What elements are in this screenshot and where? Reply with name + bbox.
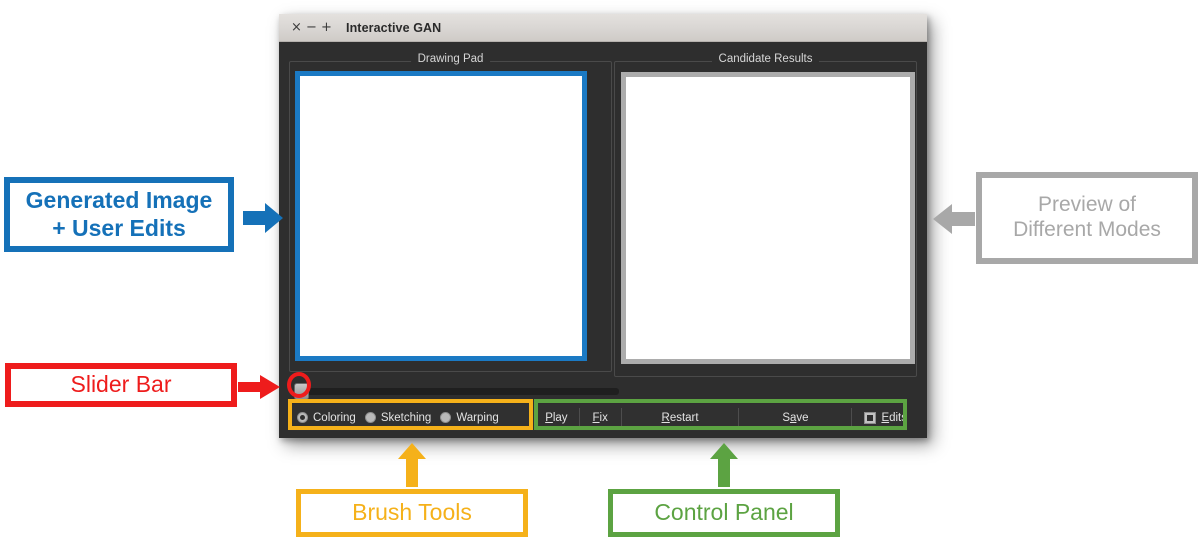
radio-unselected-icon <box>440 412 452 423</box>
play-mnemonic: P <box>545 411 553 424</box>
annotation-line-1: Generated Image <box>25 187 213 214</box>
separator <box>738 408 740 427</box>
restart-mnemonic: R <box>661 411 670 424</box>
slider-handle[interactable] <box>294 383 309 400</box>
radio-sketching-label: Sketching <box>380 411 432 424</box>
brush-tools-bar: Coloring Sketching Warping <box>290 404 534 431</box>
radio-sketching[interactable]: Sketching <box>364 411 432 424</box>
annotation-brush-tools: Brush Tools <box>296 489 528 537</box>
fix-button[interactable]: Fix <box>582 404 619 431</box>
edits-label-rest: dits <box>889 411 908 424</box>
arrow-left-icon <box>933 204 975 234</box>
play-button[interactable]: Play <box>536 404 577 431</box>
annotation-line-1: Control Panel <box>654 499 794 526</box>
close-icon[interactable]: × <box>289 18 304 38</box>
candidate-results-groupbox: Candidate Results <box>614 53 917 377</box>
annotation-preview-modes: Preview of Different Modes <box>976 172 1198 264</box>
title-bar: × − + Interactive GAN <box>279 14 927 42</box>
arrow-right-icon <box>243 203 283 233</box>
radio-warping-label: Warping <box>456 411 499 424</box>
fix-label-rest: ix <box>599 411 608 424</box>
slider-track[interactable] <box>305 388 619 395</box>
save-label-rest: ve <box>796 411 809 424</box>
arrow-up-icon <box>398 443 426 487</box>
annotation-line-2: Different Modes <box>1013 218 1161 241</box>
save-label-pre: S <box>782 411 790 424</box>
annotation-slider-bar: Slider Bar <box>5 363 237 407</box>
drawing-pad-canvas[interactable] <box>300 76 582 356</box>
play-label-rest: lay <box>552 411 568 424</box>
candidate-results-canvas[interactable] <box>626 77 910 359</box>
edits-mnemonic: E <box>881 411 890 424</box>
annotation-line-1: Brush Tools <box>352 499 472 526</box>
annotation-line-2: + User Edits <box>52 214 186 241</box>
separator <box>851 408 853 427</box>
drawing-pad-title: Drawing Pad <box>410 53 491 65</box>
drawing-pad-groupbox: Drawing Pad <box>289 53 612 372</box>
control-panel-bar: Play Fix Restart Sa ve Edits <box>536 404 907 431</box>
drawing-pad-frame <box>295 71 587 361</box>
window-title: Interactive GAN <box>346 20 442 35</box>
fix-mnemonic: F <box>592 411 600 424</box>
restart-button[interactable]: Restart <box>624 404 737 431</box>
candidate-results-frame <box>621 72 915 364</box>
window-body: Drawing Pad Candidate Results Coloring S… <box>279 42 927 438</box>
application-window: × − + Interactive GAN Drawing Pad Candid… <box>279 14 927 438</box>
arrow-right-icon <box>238 375 280 399</box>
edits-checkbox[interactable]: Edits <box>854 404 907 431</box>
screenshot-root: × − + Interactive GAN Drawing Pad Candid… <box>0 0 1200 549</box>
radio-warping[interactable]: Warping <box>440 411 499 424</box>
separator <box>620 408 622 427</box>
annotation-control-panel: Control Panel <box>608 489 840 537</box>
annotation-line-1: Preview of <box>1037 193 1137 217</box>
edits-label: Edits <box>881 404 907 431</box>
save-button[interactable]: Sa ve <box>741 404 849 431</box>
minimize-icon[interactable]: − <box>304 18 319 38</box>
radio-coloring[interactable]: Coloring <box>297 412 356 424</box>
radio-selected-icon <box>297 412 308 423</box>
slider-row <box>289 380 917 402</box>
maximize-icon[interactable]: + <box>319 18 334 38</box>
annotation-generated-image: Generated Image + User Edits <box>4 177 234 252</box>
restart-label-rest: estart <box>669 411 699 424</box>
arrow-up-icon <box>710 443 738 487</box>
radio-coloring-label: Coloring <box>313 411 356 424</box>
radio-unselected-icon <box>364 412 376 423</box>
annotation-line-1: Slider Bar <box>70 371 172 398</box>
candidate-results-title: Candidate Results <box>711 53 820 65</box>
separator <box>578 408 580 427</box>
checkbox-checked-icon <box>864 411 877 424</box>
